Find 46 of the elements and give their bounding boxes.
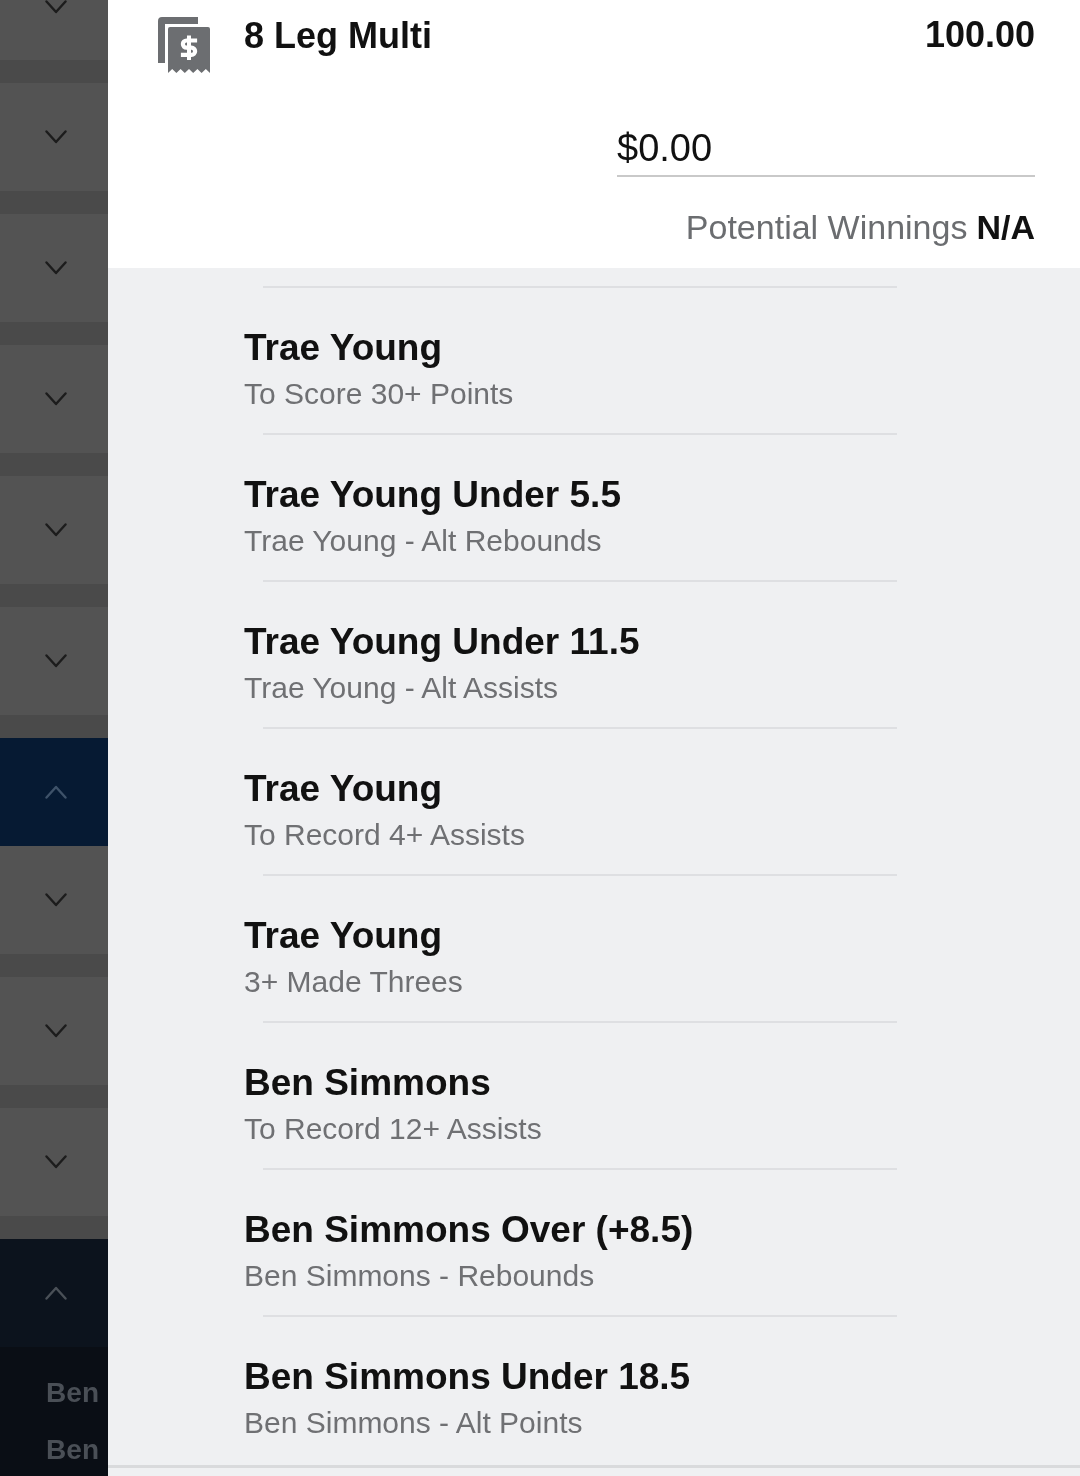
accordion-header[interactable] <box>0 607 108 715</box>
chevron-down-icon <box>45 654 67 668</box>
receipt-dollar-icon <box>158 17 210 73</box>
sidebar-text: Ben <box>46 1433 99 1467</box>
accordion-header[interactable] <box>0 0 108 60</box>
accordion-header[interactable] <box>0 345 108 453</box>
leg-market: Ben Simmons - Alt Points <box>244 1408 583 1438</box>
accordion-header[interactable] <box>0 738 108 846</box>
amount-text: 100.00 <box>924 17 1035 53</box>
leg-title: Ben Simmons Under 18.5 <box>244 1358 691 1395</box>
leg-market: 3+ Made Threes <box>244 967 463 997</box>
accordion-header[interactable] <box>0 1108 108 1216</box>
chevron-down-icon <box>45 0 67 14</box>
leg-title: Trae Young <box>244 770 443 807</box>
leg-title: Trae Young <box>244 917 443 954</box>
bet-title: 8 Leg Multi <box>244 18 432 54</box>
chevron-down-icon <box>45 392 67 406</box>
accordion-header[interactable] <box>0 846 108 954</box>
leg-title: Ben Simmons Over (+8.5) <box>244 1211 694 1248</box>
leg-market: To Record 4+ Assists <box>244 820 525 850</box>
leg-market: Trae Young - Alt Assists <box>244 673 559 703</box>
chevron-down-icon <box>45 261 67 275</box>
chevron-up-icon <box>45 785 67 799</box>
accordion-header[interactable] <box>0 214 108 322</box>
leg-market: To Record 12+ Assists <box>244 1114 542 1144</box>
leg-title: Ben Simmons <box>244 1064 491 1101</box>
accordion-header[interactable] <box>0 83 108 191</box>
chevron-up-icon <box>45 1286 67 1300</box>
chevron-down-icon <box>45 1155 67 1169</box>
potential-winnings-label: Potential Winnings <box>685 210 968 244</box>
chevron-down-icon <box>45 130 67 144</box>
accordion-header[interactable] <box>0 476 108 584</box>
sidebar-text: Ben <box>46 1376 99 1410</box>
chevron-down-icon <box>45 893 67 907</box>
accordion-header[interactable] <box>0 977 108 1085</box>
potential-winnings-value: N/A <box>976 210 1035 244</box>
leg-title: Trae Young <box>244 329 443 366</box>
leg-title: Trae Young Under 11.5 <box>244 623 640 660</box>
leg-title: Trae Young Under 5.5 <box>244 476 621 513</box>
chevron-down-icon <box>45 523 67 537</box>
stake-input[interactable]: $0.00 <box>617 126 1035 177</box>
leg-market: Trae Young - Alt Rebounds <box>244 526 602 556</box>
leg-market: Ben Simmons - Rebounds <box>244 1261 595 1291</box>
chevron-down-icon <box>45 1024 67 1038</box>
accordion-header[interactable] <box>0 1239 108 1347</box>
leg-market: To Score 30+ Points <box>244 379 514 409</box>
